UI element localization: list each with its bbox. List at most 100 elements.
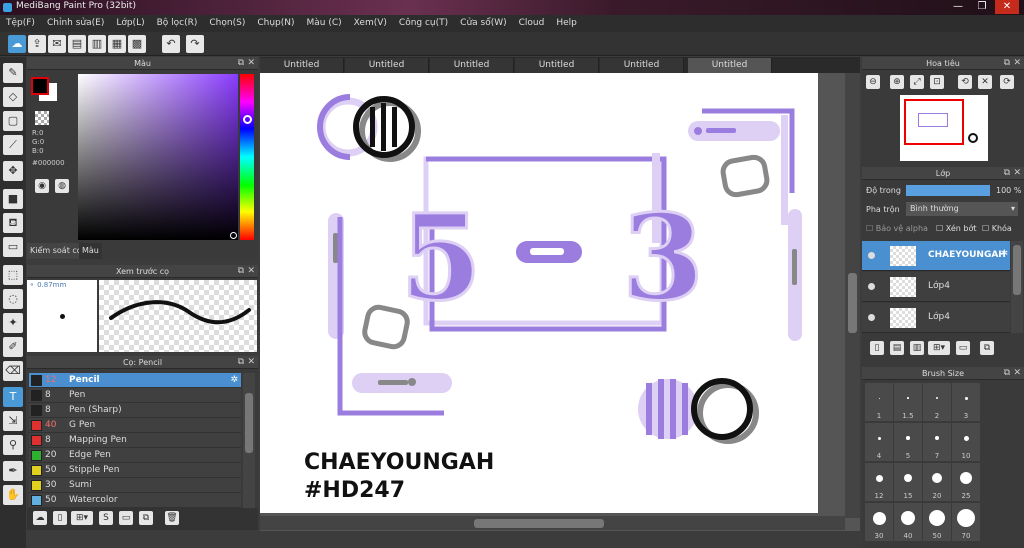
brush-size-cell[interactable]: 2 [923,383,951,421]
float-icon[interactable]: ⧉ [1004,367,1010,380]
new-halftone-layer-icon[interactable]: ▤ [890,341,904,355]
eye-icon[interactable] [868,314,875,321]
eye-icon[interactable] [868,283,875,290]
gear-icon[interactable]: ✲ [230,373,238,388]
transparent-swatch[interactable] [35,111,49,125]
select-eraser-icon[interactable]: ⌫ [3,361,23,381]
foreground-color[interactable] [31,77,49,95]
brush-item-pen-sharp[interactable]: 8 Pen (Sharp) [29,403,241,418]
canvas-horizontal-scrollbar[interactable] [260,516,845,530]
brush-cloud-icon[interactable]: ☁ [33,511,47,525]
cloud-icon[interactable]: ☁ [8,35,26,53]
menu-view[interactable]: Xem(V) [348,15,393,32]
brush-item-watercolor[interactable]: 50 Watercolor [29,493,241,508]
float-icon[interactable]: ⧉ [238,57,244,70]
brush-item-stipple-pen[interactable]: 50 Stipple Pen [29,463,241,478]
brush-item-pencil[interactable]: 12 Pencil ✲ [29,373,241,388]
zoom-out-icon[interactable]: ⊖ [866,75,880,89]
navigator-thumbnail[interactable] [900,95,988,161]
tab-color[interactable]: Màu [79,243,102,259]
brush-size-cell[interactable]: 3 [952,383,980,421]
tab-document-1[interactable]: Untitled [260,58,344,73]
folder-icon[interactable]: ▭ [119,511,133,525]
close-icon[interactable]: ✕ [247,356,255,369]
new-layer-icon[interactable]: ▯ [870,341,884,355]
float-icon[interactable]: ⧉ [1004,57,1010,70]
brush-item-pen[interactable]: 8 Pen [29,388,241,403]
brush-list-scrollbar[interactable] [243,373,255,508]
menu-cloud[interactable]: Cloud [513,15,551,32]
redo-icon[interactable]: ↷ [186,35,204,53]
tab-document-4[interactable]: Untitled [515,58,599,73]
brush-size-cell[interactable]: 7 [923,423,951,461]
lock-option[interactable]: ☐ Khóa [982,224,1012,233]
new-8bit-layer-icon[interactable]: ▥ [910,341,924,355]
share-icon[interactable]: ⇪ [28,35,46,53]
canvas-vertical-scrollbar[interactable] [845,73,860,518]
zoom-in-icon[interactable]: ⊕ [890,75,904,89]
menu-file[interactable]: Tệp(F) [0,15,41,32]
eye-icon[interactable] [868,252,875,259]
drawing-canvas[interactable]: 5 3 CHAEYOUNGAH #HD247 [260,73,818,513]
tab-brush-control[interactable]: Kiểm soát cọ [27,243,85,259]
text-tool-icon[interactable]: T [3,387,23,407]
brush-tool-icon[interactable]: ✎ [3,63,23,83]
grid-icon[interactable]: ▦ [108,35,126,53]
actual-size-icon[interactable]: ⊡ [930,75,944,89]
fit-icon[interactable]: ⤢ [910,75,924,89]
layer-item-lop4[interactable]: Lớp4 [862,272,1010,302]
blend-select[interactable]: Bình thường ▾ [906,202,1018,216]
menu-edit[interactable]: Chỉnh sửa(E) [41,15,110,32]
tab-document-6[interactable]: Untitled [688,58,772,73]
eyedropper-icon[interactable]: ⚲ [3,435,23,455]
duplicate-icon[interactable]: ⧉ [980,341,994,355]
minimize-button[interactable]: — [946,0,970,14]
brush-size-cell[interactable]: 5 [894,423,922,461]
tiles-icon[interactable]: ▩ [128,35,146,53]
brush-item-g-pen[interactable]: 40 G Pen [29,418,241,433]
tab-document-3[interactable]: Untitled [430,58,514,73]
brush-size-cell[interactable]: 40 [894,503,922,541]
fill-shape-icon[interactable]: ■ [3,189,23,209]
menu-filter[interactable]: Bộ lọc(R) [151,15,204,32]
layer-item-lop4-2[interactable]: Lớp4 [862,303,1010,333]
close-icon[interactable]: ✕ [247,265,255,278]
hue-slider[interactable] [240,74,254,240]
close-icon[interactable]: ✕ [247,57,255,70]
tab-document-5[interactable]: Untitled [600,58,684,73]
menu-layer[interactable]: Lớp(L) [110,15,150,32]
fg-bg-swatch[interactable] [31,77,59,105]
scroll-thumb[interactable] [474,519,604,528]
trash-icon[interactable]: 🗑 [165,511,179,525]
gear-icon[interactable]: ✲ [1000,249,1008,259]
page-icon[interactable]: ▤ [68,35,86,53]
move-tool-icon[interactable]: ✥ [3,161,23,181]
dot-tool-icon[interactable]: ⟋ [3,135,23,155]
add-layer-menu-icon[interactable]: ⊞▾ [928,341,950,355]
brush-size-cell[interactable]: 10 [952,423,980,461]
scroll-thumb[interactable] [245,393,253,453]
select-icon[interactable]: ⬚ [3,265,23,285]
comment-icon[interactable]: ✉ [48,35,66,53]
palette-add-icon[interactable]: ◍ [55,179,69,193]
new-brush-icon[interactable]: ▯ [53,511,67,525]
brush-size-cell[interactable]: 20 [923,463,951,501]
brush-size-cell[interactable]: 4 [865,423,893,461]
hue-handle[interactable] [243,115,252,124]
float-icon[interactable]: ⧉ [1004,167,1010,180]
brush-size-cell[interactable]: 70 [952,503,980,541]
undo-icon[interactable]: ↶ [162,35,180,53]
rotate-left-icon[interactable]: ⟲ [958,75,972,89]
tab-document-2[interactable]: Untitled [345,58,429,73]
menu-color[interactable]: Màu (C) [301,15,348,32]
hand-icon[interactable]: ✋ [3,485,23,505]
layer-item-chaeyoungah[interactable]: CHAEYOUNGAH ✲ [862,241,1010,271]
folder-icon[interactable]: ▭ [956,341,970,355]
rotate-right-icon[interactable]: ⟳ [1000,75,1014,89]
brush-item-mapping-pen[interactable]: 8 Mapping Pen [29,433,241,448]
menu-help[interactable]: Help [550,15,583,32]
float-icon[interactable]: ⧉ [238,356,244,369]
magic-wand-icon[interactable]: ✦ [3,313,23,333]
alpha-protect-option[interactable]: ☐ Bảo vệ alpha [866,224,928,233]
brush-size-cell[interactable]: 15 [894,463,922,501]
